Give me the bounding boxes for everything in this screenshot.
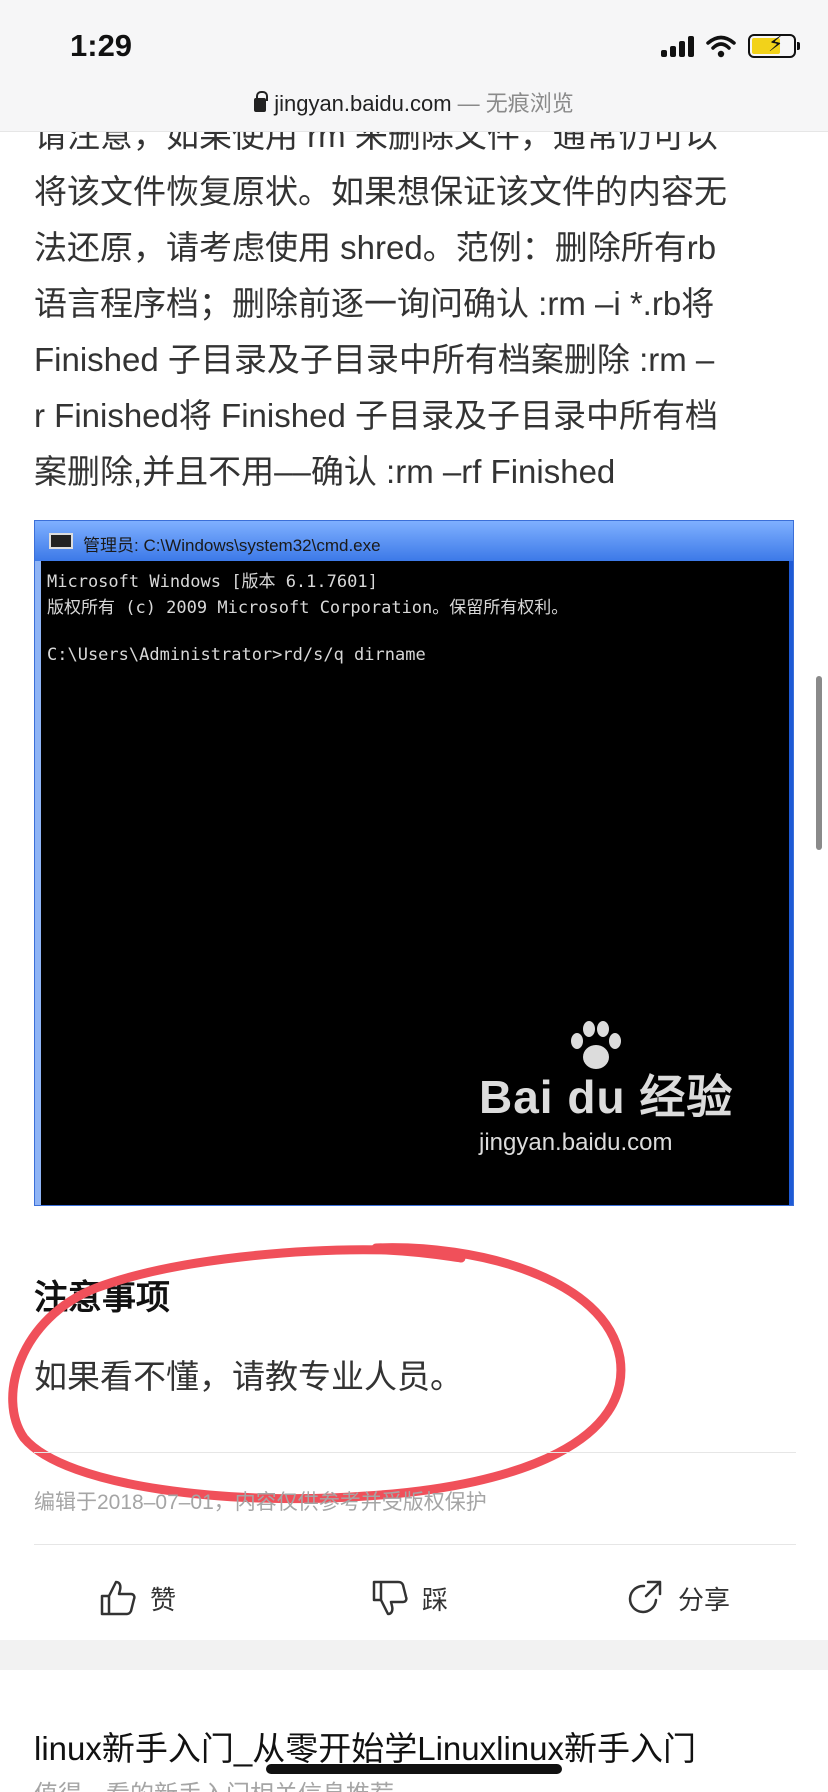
article-line: r Finished将 Finished 子目录及子目录中所有档 — [34, 397, 718, 434]
like-label: 赞 — [150, 1584, 177, 1615]
console-line: C:\Users\Administrator>rd/s/q dirname — [47, 645, 426, 665]
article-line: 法还原，请考虑使用 shred。范例：删除所有rb — [34, 229, 717, 266]
article-line: 案删除,并且不用––确认 :rm –rf Finished — [34, 453, 616, 490]
lock-icon — [254, 91, 269, 112]
article-line: Finished 子目录及子目录中所有档案删除 :rm – — [34, 341, 715, 378]
status-icons: ⚡ — [661, 32, 800, 58]
share-icon — [628, 1580, 662, 1614]
page-scrollbar[interactable] — [816, 676, 822, 850]
browser-header: 1:29 ⚡ jingyan.baidu.com — 无痕浏览 — [0, 0, 828, 132]
cmd-window-title: 管理员: C:\Windows\system32\cmd.exe — [83, 536, 381, 555]
action-bar: 赞 踩 分享 — [0, 1548, 828, 1654]
console-line: 版权所有 (c) 2009 Microsoft Corporation。保留所有… — [47, 598, 569, 618]
share-button[interactable]: 分享 — [626, 1578, 730, 1618]
url-bar[interactable]: jingyan.baidu.com — 无痕浏览 — [0, 86, 828, 118]
article-text: 请注意，如果使用 rm 来删除文件，通常仍可以 将该文件恢复原状。如果想保证该文… — [34, 108, 796, 500]
thumbs-up-icon — [100, 1580, 136, 1616]
dislike-label: 踩 — [422, 1584, 449, 1615]
recommendation-subtitle: 值得一看的新手入门相关信息推荐 — [34, 1774, 394, 1792]
baidu-watermark: Bai du 经验 jingyan.baidu.com — [479, 1021, 733, 1157]
divider — [34, 1544, 796, 1545]
share-label: 分享 — [678, 1584, 731, 1615]
section-separator — [0, 1640, 828, 1670]
divider — [34, 1452, 796, 1453]
paw-icon — [571, 1021, 621, 1069]
battery-icon: ⚡ — [748, 32, 800, 58]
dislike-button[interactable]: 踩 — [370, 1578, 448, 1618]
status-time: 1:29 — [70, 28, 133, 63]
edit-meta: 编辑于2018–07–01，内容仅供参考并受版权保护 — [34, 1491, 487, 1514]
cmd-titlebar: 管理员: C:\Windows\system32\cmd.exe — [35, 521, 793, 561]
article-line: 语言程序档；删除前逐一询问确认 :rm –i *.rb将 — [34, 285, 715, 322]
like-button[interactable]: 赞 — [98, 1578, 176, 1618]
url-domain: jingyan.baidu.com — [274, 91, 452, 116]
private-mode-label: — 无痕浏览 — [451, 91, 574, 116]
recommendation-title[interactable]: linux新手入门_从零开始学Linuxlinux新手入门 — [34, 1722, 696, 1770]
watermark-url: jingyan.baidu.com — [479, 1129, 673, 1156]
console-line: Microsoft Windows [版本 6.1.7601] — [47, 572, 378, 592]
signal-icon — [661, 35, 694, 57]
wifi-icon — [706, 35, 736, 58]
article-line: 将该文件恢复原状。如果想保证该文件的内容无 — [34, 173, 727, 210]
cmd-window-icon — [49, 533, 73, 549]
home-indicator[interactable] — [266, 1764, 562, 1774]
thumbs-down-icon — [372, 1580, 408, 1616]
cmd-screenshot-image[interactable]: 管理员: C:\Windows\system32\cmd.exe Microso… — [34, 520, 794, 1206]
red-annotation-circle — [8, 1243, 626, 1504]
